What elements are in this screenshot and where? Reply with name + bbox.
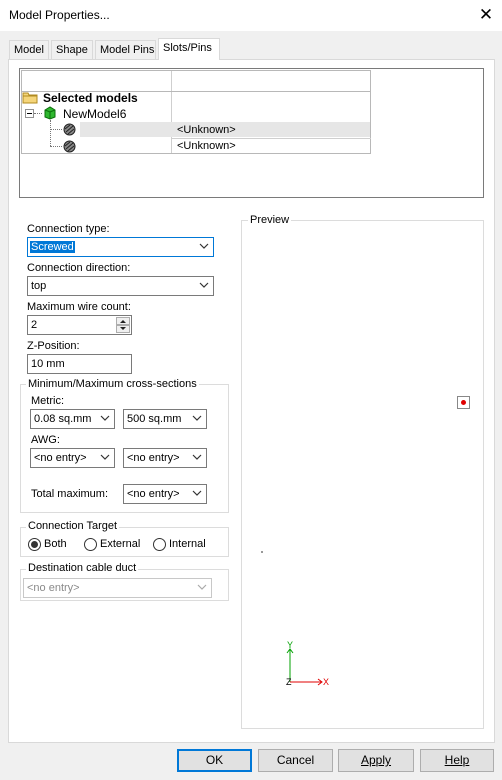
tree-model-label[interactable]: NewModel6 — [63, 107, 126, 121]
chevron-down-icon — [100, 415, 110, 421]
tab-slots-pins-label: Slots/Pins — [163, 42, 212, 54]
pin-dot-icon — [461, 400, 466, 405]
connection-direction-value: top — [31, 280, 47, 292]
chevron-down-icon — [199, 243, 209, 249]
chevron-down-icon — [199, 282, 209, 288]
spin-up-button[interactable] — [116, 317, 130, 325]
chevron-down-icon — [192, 490, 202, 496]
connection-direction-select[interactable]: top — [27, 276, 214, 296]
metric-min-value: 0.08 sq.mm — [34, 413, 92, 425]
tree-line — [50, 120, 51, 146]
folder-icon — [22, 92, 38, 104]
destination-duct-title: Destination cable duct — [26, 562, 139, 574]
tab-shape-label: Shape — [56, 44, 88, 56]
tab-model[interactable]: Model — [9, 40, 49, 59]
axis-y-label: Y — [287, 640, 294, 650]
radio-both[interactable] — [28, 538, 41, 551]
destination-duct-select: <no entry> — [23, 578, 212, 598]
chevron-down-icon — [197, 584, 207, 590]
collapse-icon[interactable] — [25, 109, 34, 118]
ok-button[interactable]: OK — [177, 749, 252, 772]
awg-max-value: <no entry> — [127, 452, 180, 464]
apply-button[interactable]: Apply — [338, 749, 414, 772]
help-button-label: Help — [444, 753, 470, 767]
radio-internal[interactable] — [153, 538, 166, 551]
awg-min-select[interactable]: <no entry> — [30, 448, 115, 468]
pin-icon — [63, 123, 76, 136]
tab-model-label: Model — [14, 44, 44, 56]
destination-duct-value: <no entry> — [27, 582, 80, 594]
connection-type-label: Connection type: — [27, 223, 110, 235]
cancel-button-label: Cancel — [276, 753, 315, 767]
apply-button-label: Apply — [360, 753, 392, 767]
tab-slots-pins[interactable]: Slots/Pins — [158, 38, 220, 60]
tree-row-value: <Unknown> — [177, 124, 236, 136]
radio-selected-dot — [31, 541, 38, 548]
radio-both-label[interactable]: Both — [44, 538, 67, 550]
tree-line — [50, 129, 62, 130]
pin-marker[interactable] — [457, 396, 470, 409]
radio-external[interactable] — [84, 538, 97, 551]
metric-label: Metric: — [31, 395, 64, 407]
tree-line — [50, 146, 62, 147]
z-position-input[interactable]: 10 mm — [27, 354, 132, 374]
spin-down-button[interactable] — [116, 325, 130, 333]
pin-icon — [63, 140, 76, 153]
connection-type-select[interactable]: Screwed — [27, 237, 214, 257]
connection-type-value: Screwed — [30, 241, 75, 253]
cross-sections-title: Minimum/Maximum cross-sections — [26, 378, 199, 390]
max-wire-count-label: Maximum wire count: — [27, 301, 131, 313]
connection-direction-label: Connection direction: — [27, 262, 131, 274]
awg-label: AWG: — [31, 434, 60, 446]
model-cube-icon — [44, 106, 56, 120]
metric-max-select[interactable]: 500 sq.mm — [123, 409, 207, 429]
axis-z-label: Z — [286, 677, 292, 687]
awg-max-select[interactable]: <no entry> — [123, 448, 207, 468]
chevron-down-icon — [192, 415, 202, 421]
ok-button-label: OK — [205, 753, 224, 767]
triangle-down-icon — [120, 327, 126, 330]
radio-external-label[interactable]: External — [100, 538, 140, 550]
preview-panel[interactable] — [241, 220, 484, 729]
preview-title: Preview — [248, 214, 292, 226]
awg-min-value: <no entry> — [34, 452, 87, 464]
total-maximum-select[interactable]: <no entry> — [123, 484, 207, 504]
triangle-up-icon — [120, 320, 126, 323]
tab-model-pins-label: Model Pins — [100, 44, 155, 56]
row-separator — [171, 138, 371, 139]
chevron-down-icon — [100, 454, 110, 460]
metric-max-value: 500 sq.mm — [127, 413, 182, 425]
tree-root-label: Selected models — [43, 91, 138, 105]
close-icon[interactable]: ✕ — [476, 4, 496, 26]
tab-shape[interactable]: Shape — [51, 40, 93, 59]
help-button[interactable]: Help — [420, 749, 494, 772]
max-wire-count-value: 2 — [31, 319, 38, 331]
total-maximum-label: Total maximum: — [31, 488, 109, 500]
axis-x-label: X — [323, 677, 330, 687]
radio-internal-label[interactable]: Internal — [169, 538, 206, 550]
title-bar: Model Properties... ✕ — [0, 0, 502, 31]
origin-dot — [261, 551, 263, 553]
metric-min-select[interactable]: 0.08 sq.mm — [30, 409, 115, 429]
max-wire-count-stepper[interactable]: 2 — [27, 315, 132, 335]
tab-model-pins[interactable]: Model Pins — [95, 40, 156, 59]
z-position-value: 10 mm — [31, 358, 65, 370]
chevron-down-icon — [192, 454, 202, 460]
window-title: Model Properties... — [9, 8, 110, 22]
cancel-button[interactable]: Cancel — [258, 749, 333, 772]
z-position-label: Z-Position: — [27, 340, 80, 352]
connection-target-title: Connection Target — [26, 520, 120, 532]
total-maximum-value: <no entry> — [127, 488, 180, 500]
column-separator — [171, 71, 172, 153]
tree-row-value: <Unknown> — [177, 140, 236, 152]
tree-line — [34, 113, 42, 114]
